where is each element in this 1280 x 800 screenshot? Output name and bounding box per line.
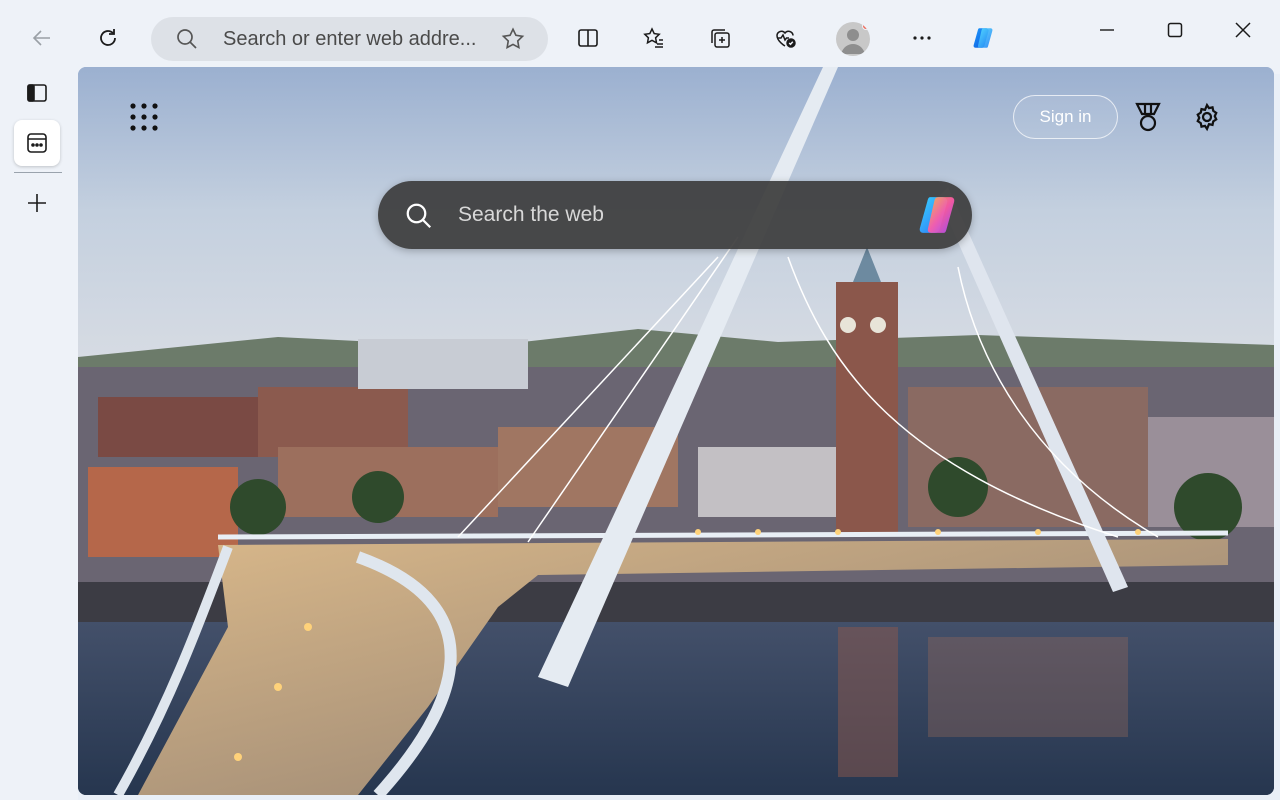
new-tab-plus-icon bbox=[28, 194, 46, 212]
web-search-input[interactable] bbox=[458, 195, 878, 235]
address-placeholder[interactable]: Search or enter web addre... bbox=[223, 28, 493, 51]
tab-actions-button[interactable] bbox=[14, 70, 60, 116]
page-settings-button[interactable] bbox=[1185, 95, 1229, 139]
apps-launcher-button[interactable] bbox=[124, 97, 164, 137]
background-photo bbox=[78, 67, 1274, 795]
copilot-button[interactable] bbox=[963, 18, 1003, 58]
new-tab-page: Sign in bbox=[78, 67, 1274, 795]
address-bar[interactable]: Search or enter web addre... bbox=[151, 17, 548, 61]
refresh-button[interactable] bbox=[88, 18, 128, 58]
favorites-icon bbox=[643, 27, 663, 48]
back-arrow-icon bbox=[32, 30, 50, 46]
back-button[interactable] bbox=[22, 18, 62, 58]
copilot-icon bbox=[973, 28, 993, 48]
vertical-tab-sidebar bbox=[0, 74, 78, 800]
more-icon bbox=[913, 36, 931, 40]
more-button[interactable] bbox=[902, 18, 942, 58]
sidebar-divider bbox=[14, 172, 62, 173]
rewards-icon bbox=[1135, 102, 1161, 132]
minimize-icon bbox=[1100, 29, 1114, 31]
browser-toolbar: Search or enter web addre... bbox=[0, 0, 1280, 74]
profile-avatar[interactable] bbox=[836, 22, 870, 56]
close-window-button[interactable] bbox=[1221, 12, 1265, 48]
maximize-button[interactable] bbox=[1153, 12, 1197, 48]
notification-dot bbox=[862, 22, 870, 30]
favorites-button[interactable] bbox=[634, 18, 674, 58]
workspaces-icon bbox=[27, 133, 47, 153]
search-icon bbox=[406, 203, 432, 229]
tab-actions-icon bbox=[27, 84, 47, 102]
collections-icon bbox=[711, 29, 730, 48]
refresh-icon bbox=[100, 29, 116, 46]
web-search-box[interactable] bbox=[378, 181, 972, 249]
close-icon bbox=[1235, 22, 1251, 38]
split-screen-icon bbox=[578, 29, 598, 47]
browser-essentials-button[interactable] bbox=[765, 18, 805, 58]
copilot-icon[interactable] bbox=[914, 193, 960, 237]
maximize-icon bbox=[1167, 22, 1183, 38]
split-screen-button[interactable] bbox=[568, 18, 608, 58]
settings-gear-icon bbox=[1196, 102, 1218, 132]
new-tab-button[interactable] bbox=[14, 180, 60, 226]
search-icon bbox=[177, 29, 197, 49]
workspaces-tab[interactable] bbox=[14, 120, 60, 166]
favorite-star-icon[interactable] bbox=[500, 26, 526, 52]
rewards-button[interactable] bbox=[1126, 95, 1170, 139]
apps-grid-icon bbox=[130, 103, 158, 131]
minimize-button[interactable] bbox=[1085, 12, 1129, 48]
collections-button[interactable] bbox=[700, 18, 740, 58]
browser-essentials-icon bbox=[776, 30, 796, 48]
sign-in-button[interactable]: Sign in bbox=[1013, 95, 1118, 139]
